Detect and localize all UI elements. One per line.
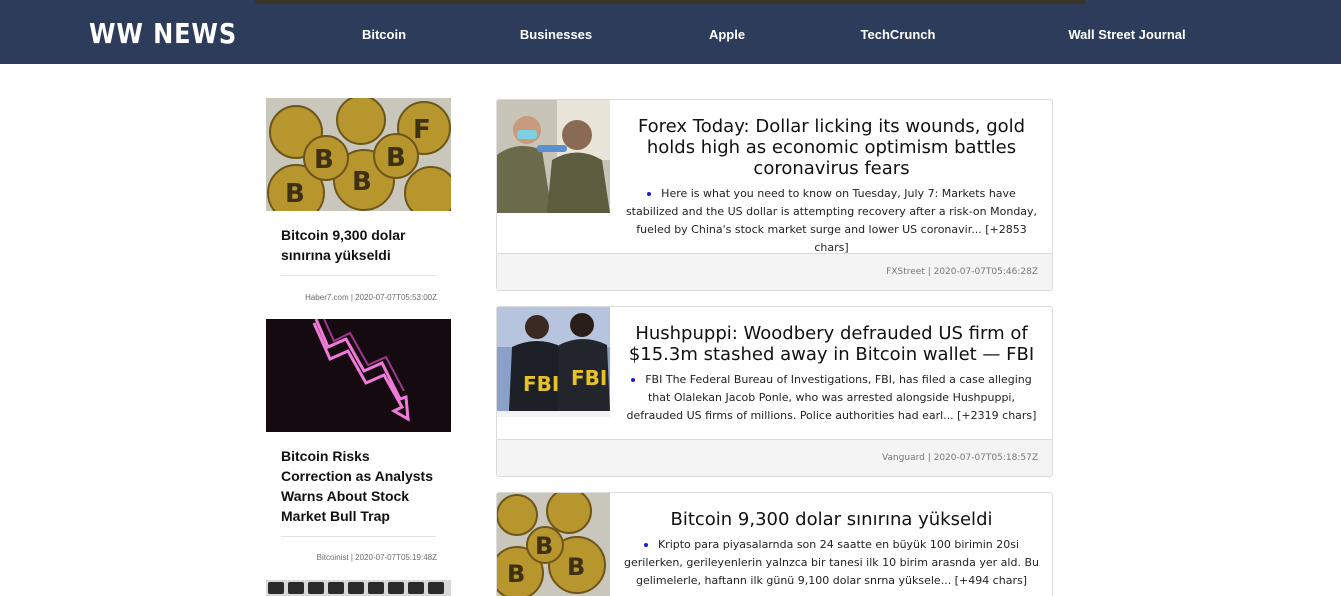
article-body: Bitcoin 9,300 dolar sınırına yükseldi — [624, 509, 1039, 530]
article-footer: FXStreet | 2020-07-07T05:46:28Z — [497, 253, 1052, 290]
keyboard-image — [266, 580, 451, 596]
nav-link-bitcoin[interactable]: Bitcoin — [362, 27, 406, 42]
svg-text:B: B — [314, 145, 334, 175]
bullet-icon — [643, 543, 648, 547]
nav-link-wall-street-journal[interactable]: Wall Street Journal — [1068, 27, 1185, 42]
svg-text:B: B — [352, 167, 372, 197]
sidebar-news-title[interactable]: Bitcoin Risks Correction as Analysts War… — [281, 446, 441, 526]
neon-down-arrow-image — [266, 319, 451, 432]
divider — [281, 275, 436, 276]
bitcoin-coins-image: BBBFB — [266, 98, 451, 211]
sidebar-news-card[interactable] — [266, 580, 451, 596]
article-source: FXStreet | 2020-07-07T05:46:28Z — [886, 267, 1038, 277]
article-card[interactable]: Forex Today: Dollar licking its wounds, … — [496, 99, 1053, 291]
nav-link-businesses[interactable]: Businesses — [520, 27, 592, 42]
svg-text:FBI: FBI — [523, 372, 559, 396]
article-source: Vanguard | 2020-07-07T05:18:57Z — [881, 453, 1038, 463]
svg-text:B: B — [386, 143, 406, 173]
svg-text:F: F — [413, 115, 431, 145]
article-description: Here is what you need to know on Tuesday… — [625, 187, 1038, 254]
sidebar-news-source: Bitcoinist | 2020-07-07T05:19:48Z — [316, 553, 437, 562]
article-body: Forex Today: Dollar licking its wounds, … — [624, 116, 1039, 179]
sidebar-news-card[interactable]: Bitcoin Risks Correction as Analysts War… — [266, 319, 451, 574]
svg-text:B: B — [535, 532, 553, 560]
article-footer: Vanguard | 2020-07-07T05:18:57Z — [497, 439, 1052, 476]
bullet-icon — [647, 192, 652, 196]
svg-text:FBI: FBI — [571, 366, 607, 390]
svg-text:B: B — [567, 553, 585, 581]
article-description: Kripto para piyasalarnda son 24 saatte e… — [624, 538, 1039, 587]
article-title[interactable]: Bitcoin 9,300 dolar sınırına yükseldi — [624, 509, 1039, 530]
article-description: FBI The Federal Bureau of Investigations… — [626, 373, 1037, 422]
article-card[interactable]: FBI FBI Hushpuppi: Woodbery defrauded US… — [496, 306, 1053, 477]
article-title[interactable]: Forex Today: Dollar licking its wounds, … — [624, 116, 1039, 179]
bullet-icon — [631, 378, 636, 382]
nav-link-apple[interactable]: Apple — [709, 27, 745, 42]
soldiers-masks-image — [497, 100, 610, 213]
article-title[interactable]: Hushpuppi: Woodbery defrauded US firm of… — [624, 323, 1039, 365]
svg-text:B: B — [507, 560, 525, 588]
sidebar-news-title[interactable]: Bitcoin 9,300 dolar sınırına yükseldi — [281, 225, 441, 265]
svg-text:B: B — [285, 179, 305, 209]
fbi-agents-image: FBI FBI — [497, 307, 610, 417]
sidebar-news-card[interactable]: BBBFB Bitcoin 9,300 dolar sınırına yükse… — [266, 98, 451, 308]
divider — [281, 536, 436, 537]
top-navbar: WW NEWS Bitcoin Businesses Apple TechCru… — [0, 0, 1341, 64]
article-card[interactable]: BBB Bitcoin 9,300 dolar sınırına yükseld… — [496, 492, 1053, 596]
bitcoin-coins-image: BBB — [497, 493, 610, 596]
site-logo[interactable]: WW NEWS — [89, 17, 237, 50]
sidebar-news-source: Haber7.com | 2020-07-07T05:53:00Z — [305, 293, 437, 302]
article-body: Hushpuppi: Woodbery defrauded US firm of… — [624, 323, 1039, 365]
nav-link-techcrunch[interactable]: TechCrunch — [861, 27, 936, 42]
header-banner-strip — [255, 0, 1085, 4]
